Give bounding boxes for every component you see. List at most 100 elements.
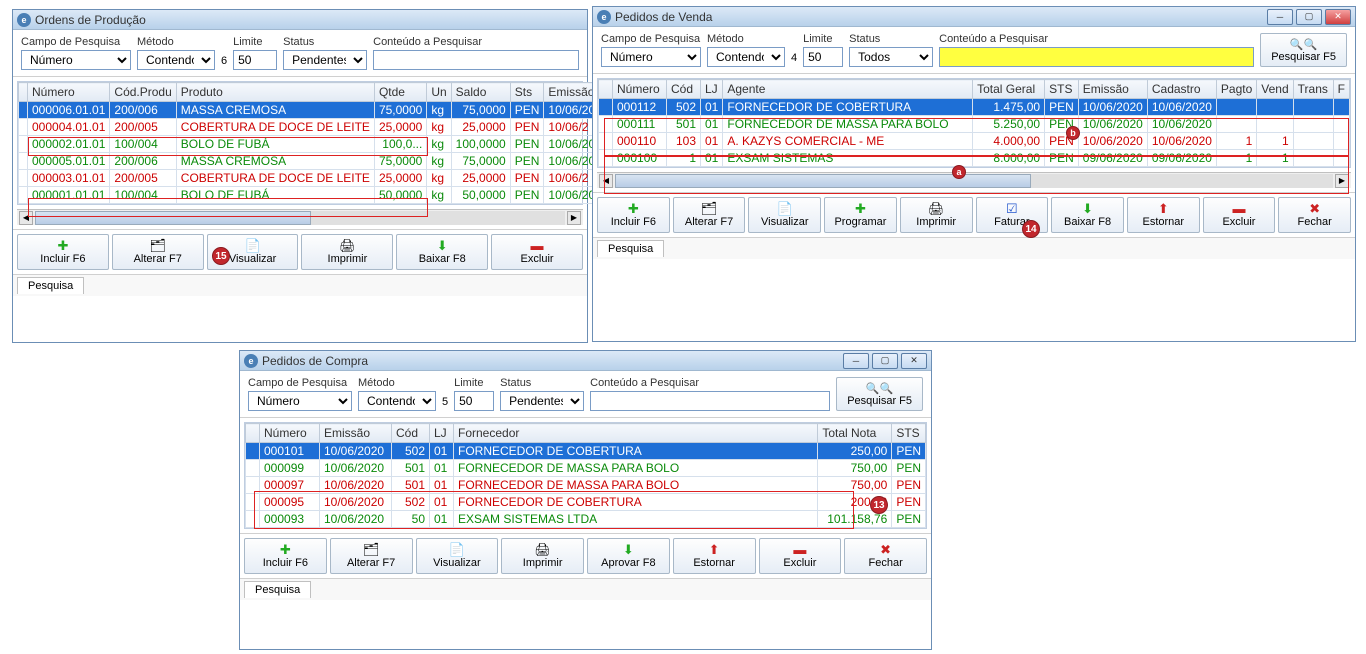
campo-select[interactable]: Número <box>248 391 352 411</box>
table-row[interactable]: 00011010301A. KAZYS COMERCIAL - ME4.000,… <box>599 133 1350 150</box>
col-header[interactable]: Cód <box>392 424 430 443</box>
limite-input[interactable] <box>803 47 843 67</box>
incluir-button[interactable]: ✚Incluir F6 <box>244 538 327 574</box>
col-header[interactable]: Cadastro <box>1147 80 1216 99</box>
campo-select[interactable]: Número <box>21 50 131 70</box>
hscrollbar[interactable]: ◀ ▶ <box>17 209 583 225</box>
alterar-button[interactable]: 🗂Alterar F7 <box>112 234 204 270</box>
limite-input[interactable] <box>233 50 277 70</box>
incluir-button[interactable]: ✚Incluir F6 <box>17 234 109 270</box>
status-select[interactable]: Pendentes <box>500 391 584 411</box>
col-header[interactable]: Qtde <box>374 83 426 102</box>
grid-producao[interactable]: NúmeroCód.ProduProdutoQtdeUnSaldoStsEmis… <box>17 81 583 205</box>
table-row[interactable]: 000006.01.01200/006MASSA CREMOSA75,0000k… <box>19 102 613 119</box>
scroll-left-icon[interactable]: ◀ <box>19 211 33 225</box>
col-header[interactable]: LJ <box>430 424 454 443</box>
table-row[interactable]: 000003.01.01200/005COBERTURA DE DOCE DE … <box>19 170 613 187</box>
col-header[interactable]: Emissão <box>1078 80 1147 99</box>
maximize-button[interactable]: ▢ <box>1296 9 1322 25</box>
tab-pesquisa[interactable]: Pesquisa <box>17 277 84 294</box>
fechar-button[interactable]: ✖Fechar <box>844 538 927 574</box>
table-row[interactable]: 00011150101FORNECEDOR DE MASSA PARA BOLO… <box>599 116 1350 133</box>
hscrollbar[interactable]: ◀ ▶ <box>597 172 1351 188</box>
estornar-button[interactable]: ⬆Estornar <box>673 538 756 574</box>
col-header[interactable]: Trans <box>1293 80 1333 99</box>
baixar-button[interactable]: ⬇Baixar F8 <box>396 234 488 270</box>
scroll-left-icon[interactable]: ◀ <box>599 174 613 188</box>
col-header[interactable]: Pagto <box>1216 80 1256 99</box>
minimize-button[interactable]: ─ <box>1267 9 1293 25</box>
baixar-button[interactable]: ⬇Baixar F8 <box>1051 197 1124 233</box>
col-header[interactable]: Produto <box>176 83 374 102</box>
table-row[interactable]: 000005.01.01200/006MASSA CREMOSA75,0000k… <box>19 153 613 170</box>
close-button[interactable]: ✕ <box>901 353 927 369</box>
col-header[interactable]: Número <box>613 80 667 99</box>
grid-compra[interactable]: NúmeroEmissãoCódLJFornecedorTotal NotaST… <box>244 422 927 529</box>
excluir-button[interactable]: ▬Excluir <box>491 234 583 270</box>
titlebar[interactable]: e Pedidos de Venda ─ ▢ ✕ <box>593 7 1355 27</box>
imprimir-button[interactable]: 🖨Imprimir <box>501 538 584 574</box>
table-row[interactable]: 000001.01.01100/004BOLO DE FUBÁ50,0000kg… <box>19 187 613 204</box>
col-header[interactable]: Fornecedor <box>454 424 818 443</box>
col-header[interactable]: Agente <box>723 80 973 99</box>
excluir-button[interactable]: ▬Excluir <box>759 538 842 574</box>
tab-pesquisa[interactable]: Pesquisa <box>244 581 311 598</box>
close-button[interactable]: ✕ <box>1325 9 1351 25</box>
conteudo-input[interactable] <box>373 50 579 70</box>
incluir-button[interactable]: ✚Incluir F6 <box>597 197 670 233</box>
grid-venda[interactable]: NúmeroCódLJAgenteTotal GeralSTSEmissãoCa… <box>597 78 1351 168</box>
excluir-button[interactable]: ▬Excluir <box>1203 197 1276 233</box>
pesquisar-button[interactable]: 🔍🔍Pesquisar F5 <box>836 377 923 411</box>
status-select[interactable]: Todos <box>849 47 933 67</box>
table-row[interactable]: 00010110/06/202050201FORNECEDOR DE COBER… <box>246 443 926 460</box>
col-header[interactable]: Vend <box>1257 80 1293 99</box>
tab-pesquisa[interactable]: Pesquisa <box>597 240 664 257</box>
table-row[interactable]: 000100101EXSAM SISTEMAS8.000,00PEN09/06/… <box>599 150 1350 167</box>
visualizar-button[interactable]: 📄Visualizar <box>416 538 499 574</box>
table-row[interactable]: 00009910/06/202050101FORNECEDOR DE MASSA… <box>246 460 926 477</box>
aprovar-button[interactable]: ⬇Aprovar F8 <box>587 538 670 574</box>
table-row[interactable]: 00011250201FORNECEDOR DE COBERTURA1.475,… <box>599 99 1350 116</box>
col-header[interactable]: Total Nota <box>818 424 892 443</box>
metodo-select[interactable]: Contendo <box>358 391 436 411</box>
col-header[interactable]: Cód <box>667 80 701 99</box>
limite-input[interactable] <box>454 391 494 411</box>
scroll-right-icon[interactable]: ▶ <box>567 211 581 225</box>
titlebar[interactable]: e Pedidos de Compra ─ ▢ ✕ <box>240 351 931 371</box>
minimize-button[interactable]: ─ <box>843 353 869 369</box>
imprimir-button[interactable]: 🖨Imprimir <box>900 197 973 233</box>
col-header[interactable]: STS <box>1045 80 1079 99</box>
imprimir-button[interactable]: 🖨Imprimir <box>301 234 393 270</box>
col-header[interactable] <box>19 83 28 102</box>
conteudo-input[interactable] <box>590 391 830 411</box>
maximize-button[interactable]: ▢ <box>872 353 898 369</box>
col-header[interactable] <box>599 80 613 99</box>
col-header[interactable]: Número <box>260 424 320 443</box>
programar-button[interactable]: ✚Programar <box>824 197 897 233</box>
col-header[interactable]: Un <box>427 83 451 102</box>
pesquisar-button[interactable]: 🔍🔍Pesquisar F5 <box>1260 33 1347 67</box>
table-row[interactable]: 00009310/06/20205001EXSAM SISTEMAS LTDA1… <box>246 511 926 528</box>
alterar-button[interactable]: 🗂Alterar F7 <box>673 197 746 233</box>
col-header[interactable]: STS <box>892 424 926 443</box>
col-header[interactable]: Número <box>28 83 110 102</box>
col-header[interactable]: Sts <box>510 83 544 102</box>
alterar-button[interactable]: 🗂Alterar F7 <box>330 538 413 574</box>
table-row[interactable]: 00009710/06/202050101FORNECEDOR DE MASSA… <box>246 477 926 494</box>
metodo-select[interactable]: Contendo <box>707 47 785 67</box>
metodo-select[interactable]: Contendo <box>137 50 215 70</box>
col-header[interactable]: Total Geral <box>973 80 1045 99</box>
table-row[interactable]: 000004.01.01200/005COBERTURA DE DOCE DE … <box>19 119 613 136</box>
scroll-right-icon[interactable]: ▶ <box>1335 174 1349 188</box>
table-row[interactable]: 00009510/06/202050201FORNECEDOR DE COBER… <box>246 494 926 511</box>
titlebar[interactable]: e Ordens de Produção <box>13 10 587 30</box>
col-header[interactable]: F <box>1333 80 1349 99</box>
col-header[interactable]: Saldo <box>451 83 510 102</box>
col-header[interactable] <box>246 424 260 443</box>
col-header[interactable]: LJ <box>701 80 723 99</box>
estornar-button[interactable]: ⬆Estornar <box>1127 197 1200 233</box>
table-row[interactable]: 000002.01.01100/004BOLO DE FUBÁ100,0...k… <box>19 136 613 153</box>
col-header[interactable]: Cód.Produ <box>110 83 176 102</box>
fechar-button[interactable]: ✖Fechar <box>1278 197 1351 233</box>
col-header[interactable]: Emissão <box>320 424 392 443</box>
